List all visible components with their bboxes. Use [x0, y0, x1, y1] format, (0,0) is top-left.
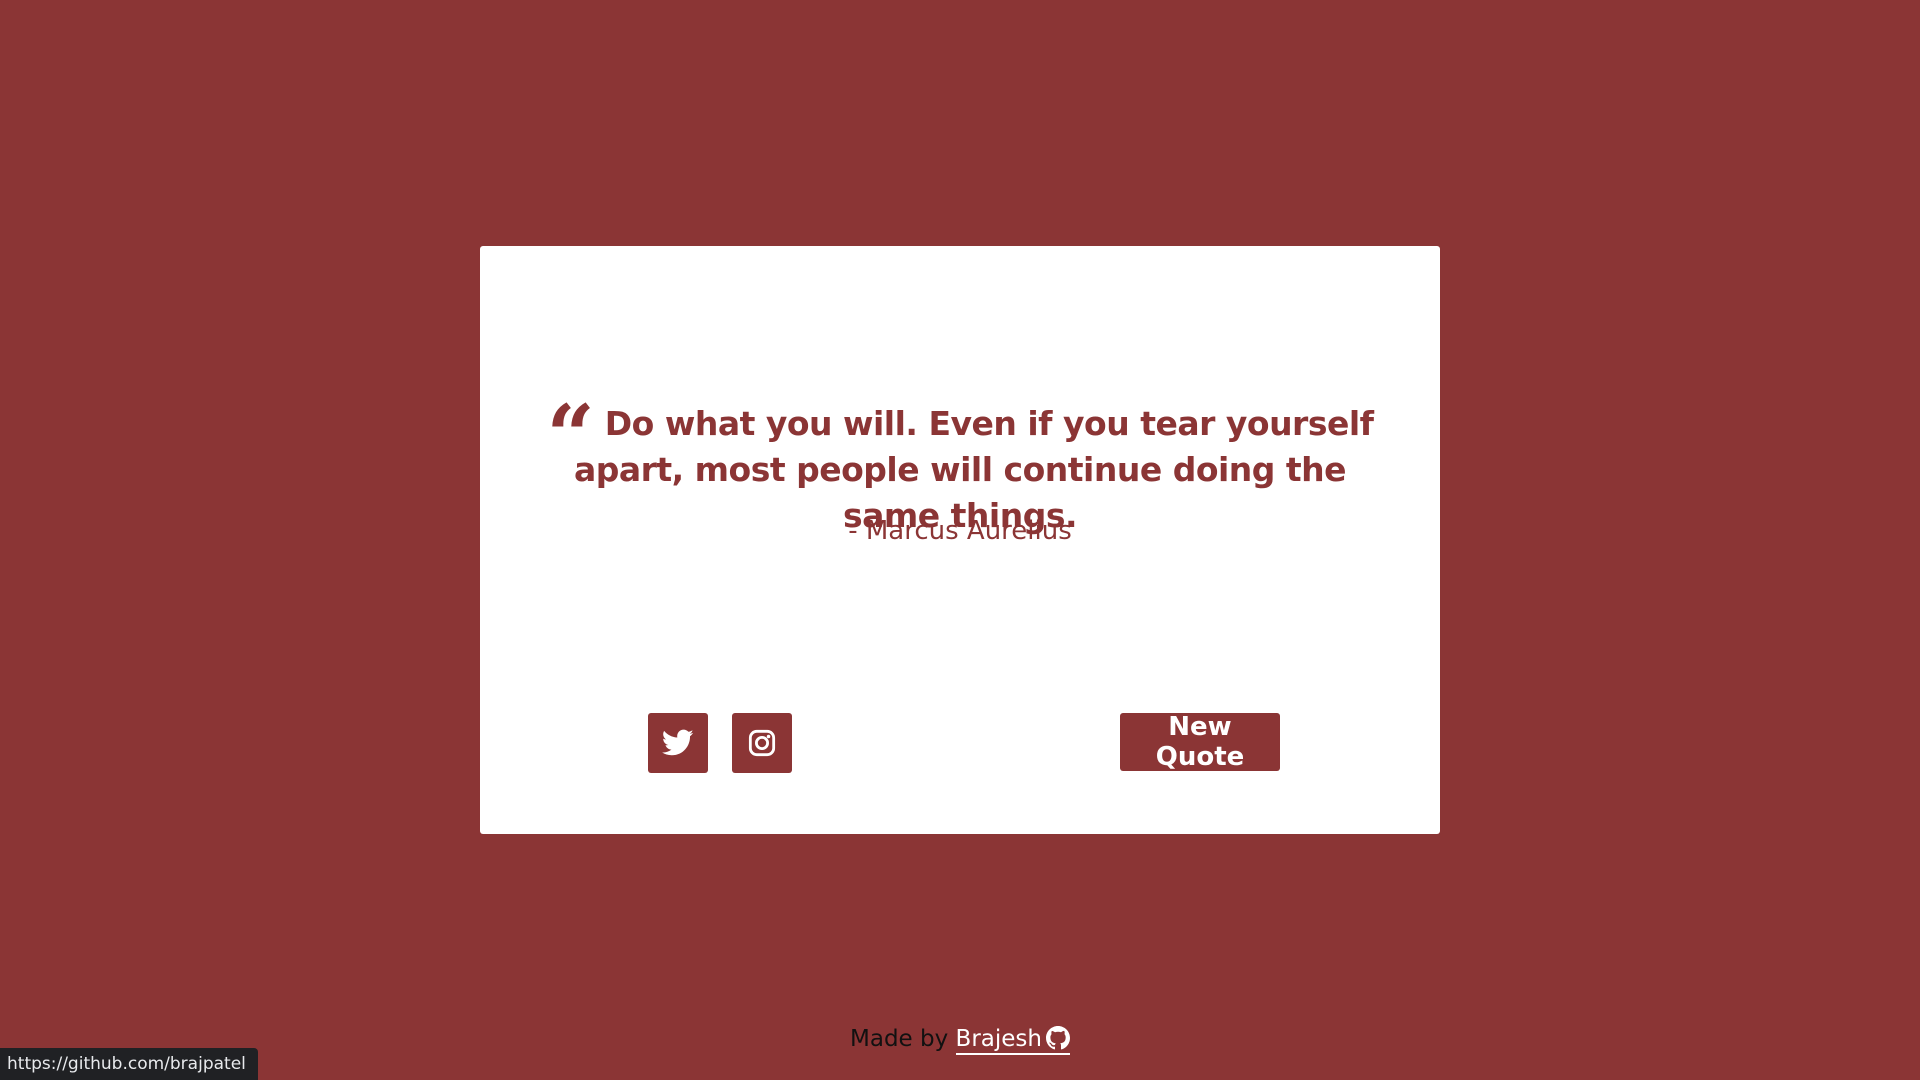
twitter-icon [662, 729, 694, 756]
footer-made-by: Made by [850, 1026, 949, 1052]
footer: Made by Brajesh [0, 1026, 1920, 1055]
status-bar-url: https://github.com/brajpatel [0, 1048, 258, 1080]
quote-author: - Marcus Aurelius [848, 516, 1072, 546]
github-icon [1045, 1026, 1070, 1050]
new-quote-button[interactable]: New Quote [1120, 712, 1280, 772]
author-github-link[interactable]: Brajesh [955, 1026, 1070, 1055]
instagram-icon [748, 729, 776, 757]
instagram-button[interactable] [732, 713, 792, 773]
author-name: Brajesh [955, 1026, 1042, 1052]
quote-card: “Do what you will. Even if you tear your… [480, 246, 1440, 834]
tweet-button[interactable] [648, 713, 708, 773]
